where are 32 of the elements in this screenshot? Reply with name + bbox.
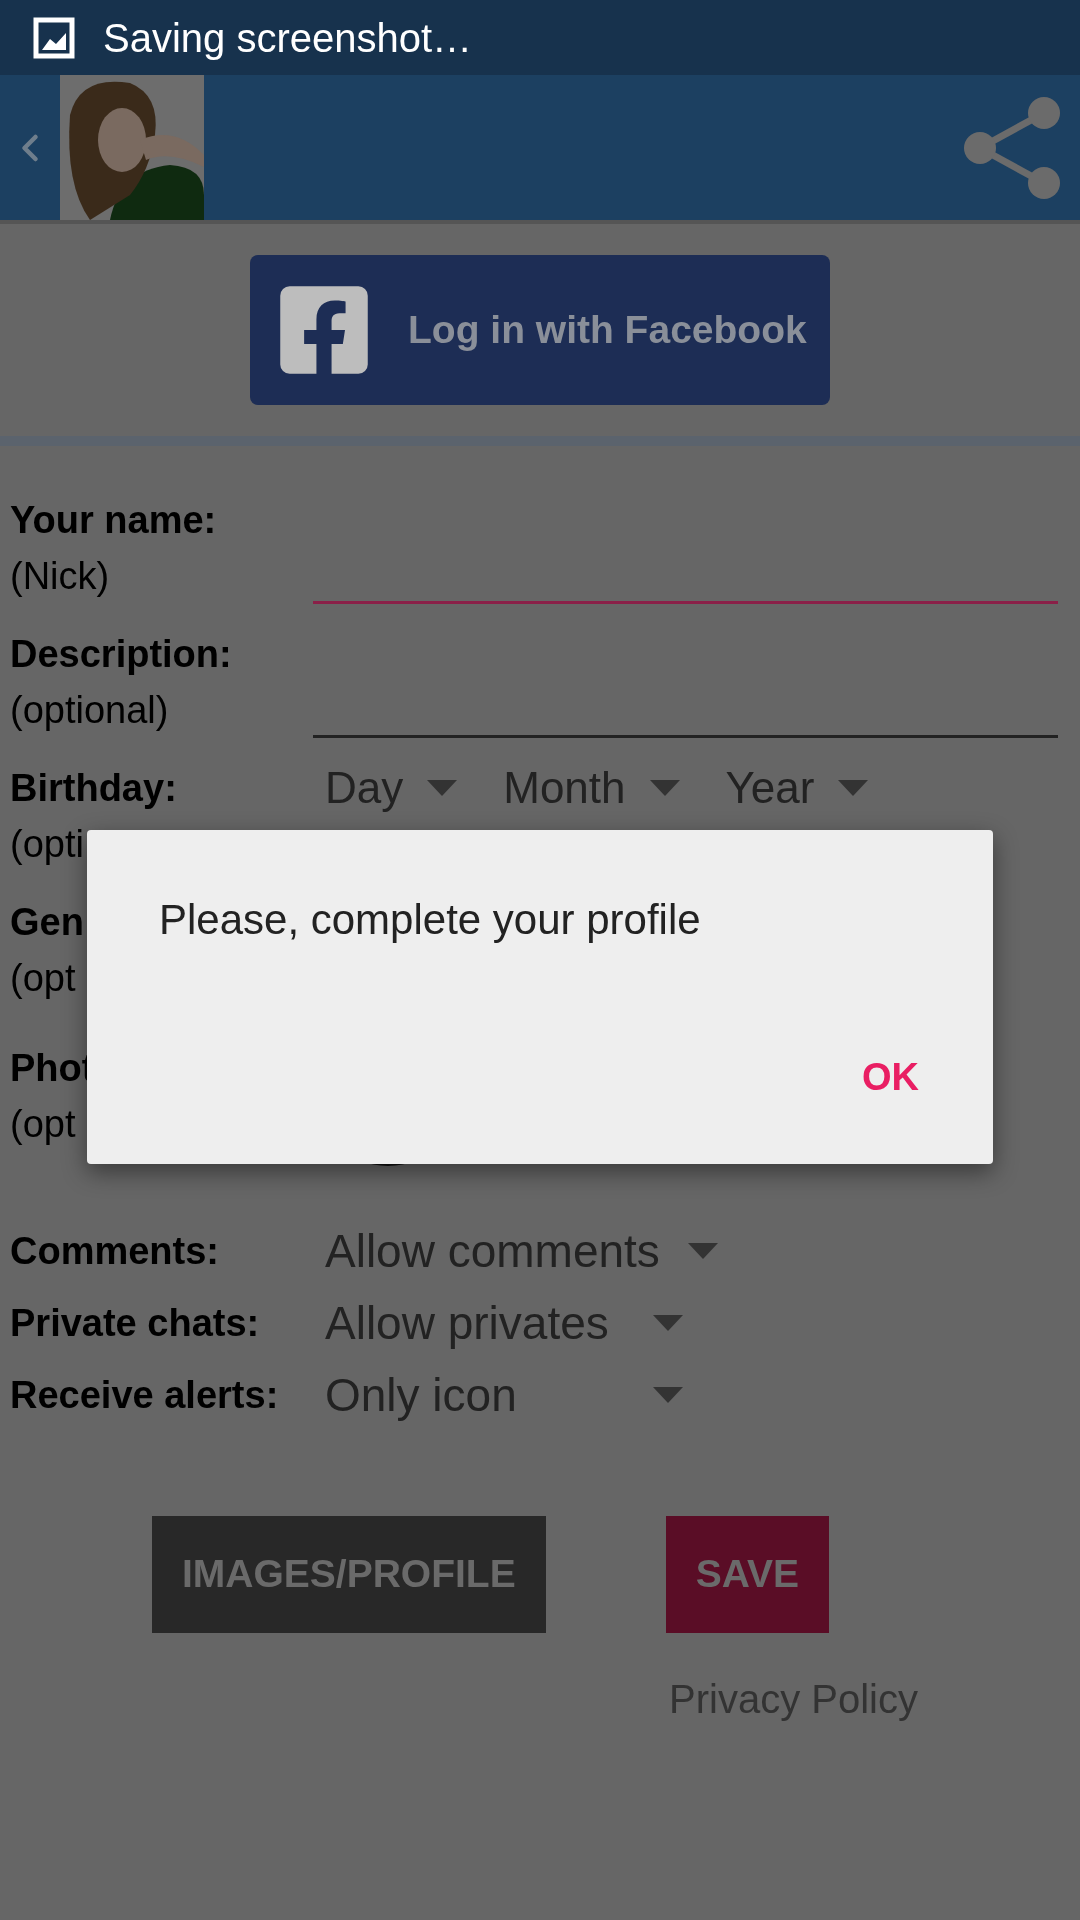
dropdown-caret-icon [649, 780, 680, 796]
field-hint: (opt [10, 1102, 76, 1147]
field-label: Birthday: [10, 766, 177, 811]
setting-dropdown[interactable]: Only icon [313, 1360, 683, 1430]
setting-dropdown[interactable]: Allow privates [313, 1288, 683, 1358]
status-text: Saving screenshot… [103, 14, 473, 62]
share-icon[interactable] [962, 96, 1062, 199]
facebook-login-button[interactable]: Log in with Facebook [250, 255, 830, 405]
dropdown-caret-icon [653, 1387, 683, 1403]
dropdown-caret-icon [838, 780, 869, 796]
dialog-message: Please, complete your profile [159, 895, 702, 945]
setting-dropdown[interactable]: Allow comments [313, 1216, 718, 1286]
date-dropdown[interactable]: Day [313, 755, 458, 821]
field-hint: (optional) [10, 688, 169, 733]
field-hint: (Nick) [10, 554, 110, 599]
field-label: Description: [10, 632, 232, 677]
field-label: Your name: [10, 498, 217, 543]
dropdown-caret-icon [653, 1315, 683, 1331]
field-hint: (opti [10, 822, 84, 867]
dropdown-caret-icon [687, 1243, 718, 1259]
setting-label: Receive alerts: [10, 1372, 280, 1418]
date-dropdown[interactable]: Year [713, 755, 869, 821]
field-hint: (opt [10, 956, 76, 1001]
save-button[interactable]: SAVE [665, 1516, 829, 1633]
images-profile-button[interactable]: IMAGES/PROFILE [152, 1516, 546, 1633]
ok-button[interactable]: OK [858, 1049, 923, 1106]
field-label: Gen [10, 900, 84, 945]
setting-label: Private chats: [10, 1300, 261, 1346]
dropdown-caret-icon [427, 780, 458, 796]
image-icon [33, 16, 75, 59]
date-dropdown[interactable]: Month [491, 755, 680, 821]
setting-label: Comments: [10, 1228, 221, 1274]
